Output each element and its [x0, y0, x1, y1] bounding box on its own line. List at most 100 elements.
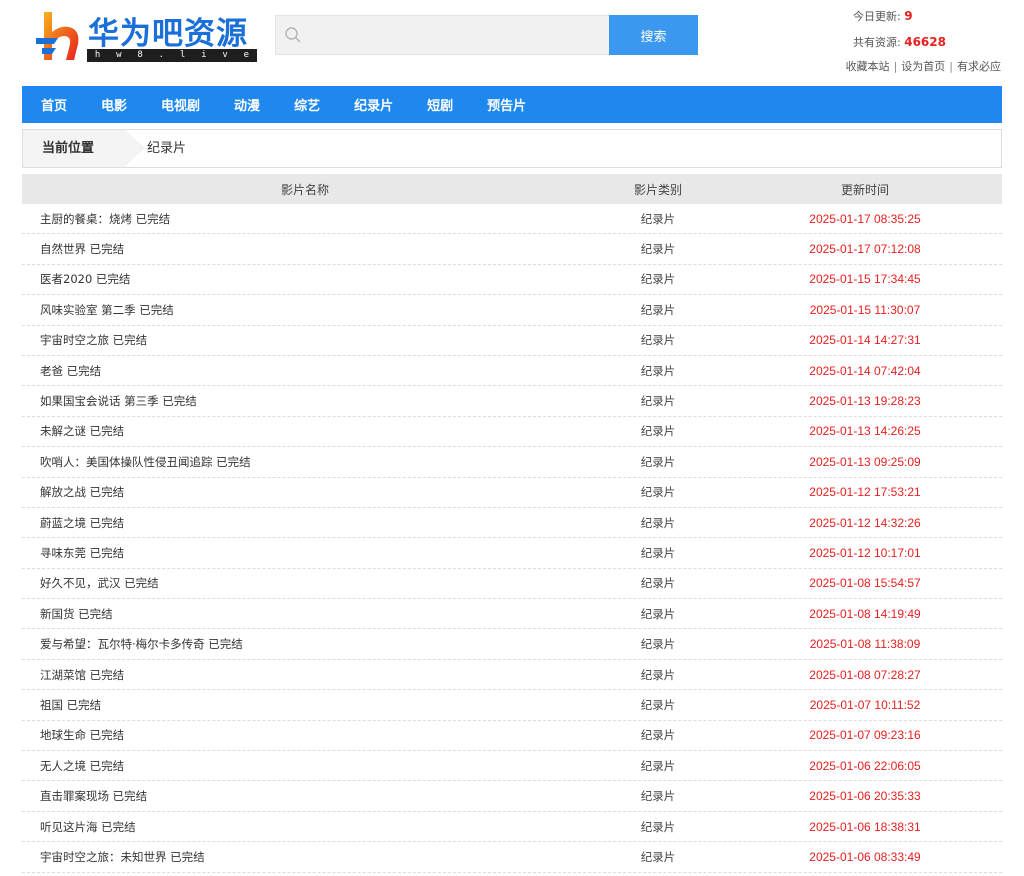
video-title-link[interactable]: 解放之战 已完结: [22, 484, 588, 500]
video-category: 纪录片: [640, 576, 676, 591]
video-category: 纪录片: [640, 394, 676, 409]
column-header-time: 更新时间: [840, 182, 889, 197]
update-time: 2025-01-07 10:11:52: [809, 697, 921, 712]
nav-item-documentary[interactable]: 纪录片: [354, 95, 393, 114]
video-title-link[interactable]: 老爸 已完结: [22, 363, 588, 379]
video-list-table: 影片名称 影片类别 更新时间 主厨的餐桌：烧烤 已完结 纪录片 2025-01-17…: [22, 174, 1002, 873]
table-row: 蔚蓝之境 已完结 纪录片 2025-01-12 14:32:26: [22, 508, 1002, 539]
nav-item-short-drama[interactable]: 短剧: [427, 95, 453, 114]
bookmark-link[interactable]: 收藏本站: [846, 60, 890, 73]
video-title-link[interactable]: 未解之谜 已完结: [22, 423, 588, 439]
update-time: 2025-01-14 14:27:31: [809, 333, 921, 348]
update-time: 2025-01-12 14:32:26: [809, 515, 921, 530]
table-row: 好久不见，武汉 已完结 纪录片 2025-01-08 15:54:57: [22, 569, 1002, 600]
table-row: 医者2020 已完结 纪录片 2025-01-15 17:34:45: [22, 265, 1002, 296]
breadcrumb-current: 纪录片: [147, 141, 187, 156]
video-title-link[interactable]: 蔚蓝之境 已完结: [22, 515, 588, 531]
nav-item-tv-series[interactable]: 电视剧: [161, 95, 200, 114]
table-row: 宇宙时空之旅：未知世界 已完结 纪录片 2025-01-06 08:33:49: [22, 842, 1002, 873]
update-time: 2025-01-08 07:28:27: [809, 667, 921, 682]
table-row: 老爸 已完结 纪录片 2025-01-14 07:42:04: [22, 356, 1002, 387]
video-category: 纪录片: [640, 302, 676, 317]
table-row: 直击罪案现场 已完结 纪录片 2025-01-06 20:35:33: [22, 781, 1002, 812]
video-title-link[interactable]: 好久不见，武汉 已完结: [22, 575, 588, 591]
video-title-link[interactable]: 爱与希望：瓦尔特·梅尔卡多传奇 已完结: [22, 636, 588, 652]
video-category: 纪录片: [640, 545, 676, 560]
nav-item-variety[interactable]: 综艺: [294, 95, 320, 114]
video-title-link[interactable]: 祖国 已完结: [22, 697, 588, 713]
video-title-link[interactable]: 听见这片海 已完结: [22, 819, 588, 835]
table-row: 吹哨人：美国体操队性侵丑闻追踪 已完结 纪录片 2025-01-13 09:25:0…: [22, 447, 1002, 478]
logo-domain: h w 8 . l i v e: [87, 49, 257, 62]
nav-item-home[interactable]: 首页: [41, 95, 67, 114]
video-category: 纪录片: [640, 515, 676, 530]
table-body: 主厨的餐桌：烧烤 已完结纪录片 2025-01-17 08:35:25 自然世界 已…: [22, 204, 1002, 873]
video-category: 纪录片: [640, 667, 676, 682]
video-title-link[interactable]: 地球生命 已完结: [22, 727, 588, 743]
table-row: 祖国 已完结 纪录片 2025-01-07 10:11:52: [22, 690, 1002, 721]
update-time: 2025-01-15 11:30:07: [809, 302, 921, 317]
table-row: 如果国宝会说话 第三季 已完结 纪录片 2025-01-13 19:28:23: [22, 386, 1002, 417]
search-input[interactable]: [310, 16, 606, 54]
update-time: 2025-01-06 22:06:05: [809, 758, 921, 773]
update-time: 2025-01-07 09:23:16: [809, 728, 921, 743]
table-row: 宇宙时空之旅 已完结 纪录片 2025-01-14 14:27:31: [22, 326, 1002, 356]
update-time: 2025-01-14 07:42:04: [809, 363, 921, 378]
video-title-link[interactable]: 无人之境 已完结: [22, 758, 588, 774]
table-row: 爱与希望：瓦尔特·梅尔卡多传奇 已完结 纪录片 2025-01-08 11:38:0…: [22, 629, 1002, 660]
update-time: 2025-01-17 08:35:25: [809, 211, 921, 226]
video-title-link[interactable]: 主厨的餐桌：烧烤 已完结: [22, 211, 588, 227]
table-row: 江湖菜馆 已完结 纪录片 2025-01-08 07:28:27: [22, 660, 1002, 691]
video-category: 纪录片: [640, 333, 676, 348]
video-title-link[interactable]: 新国货 已完结: [22, 606, 588, 622]
search-box: [275, 15, 609, 55]
header-links: 收藏本站 | 设为首页 | 有求必应: [845, 60, 1001, 73]
nav-item-anime[interactable]: 动漫: [234, 95, 260, 114]
site-logo[interactable]: 华为吧资源 h w 8 . l i v e: [34, 8, 260, 66]
today-count: 9: [904, 9, 913, 23]
table-row: 风味实验室 第二季 已完结 纪录片 2025-01-15 11:30:07: [22, 295, 1002, 326]
update-time: 2025-01-06 18:38:31: [809, 819, 921, 834]
video-category: 纪录片: [640, 849, 676, 864]
video-category: 纪录片: [640, 272, 676, 287]
search-button[interactable]: 搜索: [609, 15, 698, 55]
video-title-link[interactable]: 吹哨人：美国体操队性侵丑闻追踪 已完结: [22, 454, 588, 470]
nav-item-trailers[interactable]: 预告片: [487, 95, 526, 114]
table-row: 无人之境 已完结 纪录片 2025-01-06 22:06:05: [22, 751, 1002, 782]
video-category: 纪录片: [640, 637, 676, 652]
set-homepage-link[interactable]: 设为首页: [901, 60, 945, 73]
breadcrumb: 当前位置 纪录片: [22, 129, 1002, 168]
video-category: 纪录片: [640, 697, 676, 712]
total-count: 46628: [904, 35, 946, 49]
video-title-link[interactable]: 直击罪案现场 已完结: [22, 788, 588, 804]
video-title-link[interactable]: 宇宙时空之旅：未知世界 已完结: [22, 849, 588, 865]
video-category: 纪录片: [640, 819, 676, 834]
video-category: 纪录片: [640, 363, 676, 378]
video-category: 纪录片: [640, 485, 676, 500]
video-title-link[interactable]: 自然世界 已完结: [22, 241, 588, 257]
column-header-category: 影片类别: [633, 182, 682, 197]
video-title-link[interactable]: 寻味东莞 已完结: [22, 545, 588, 561]
update-time: 2025-01-08 15:54:57: [809, 576, 921, 591]
table-row: 自然世界 已完结 纪录片 2025-01-17 07:12:08: [22, 234, 1002, 265]
update-time: 2025-01-12 10:17:01: [809, 545, 921, 560]
update-time: 2025-01-13 19:28:23: [809, 394, 921, 409]
breadcrumb-label: 当前位置: [23, 130, 125, 167]
update-time: 2025-01-13 09:25:09: [809, 454, 921, 469]
table-row: 未解之谜 已完结 纪录片 2025-01-13 14:26:25: [22, 417, 1002, 448]
request-link[interactable]: 有求必应: [957, 60, 1001, 73]
nav-item-movies[interactable]: 电影: [101, 95, 127, 114]
video-category: 纪录片: [640, 758, 676, 773]
video-category: 纪录片: [640, 789, 676, 804]
video-title-link[interactable]: 风味实验室 第二季 已完结: [22, 302, 588, 318]
update-time: 2025-01-15 17:34:45: [809, 272, 921, 287]
logo-title: 华为吧资源: [88, 16, 248, 52]
video-title-link[interactable]: 如果国宝会说话 第三季 已完结: [22, 393, 588, 409]
video-title-link[interactable]: 宇宙时空之旅 已完结: [22, 332, 588, 348]
video-title-link[interactable]: 江湖菜馆 已完结: [22, 667, 588, 683]
video-category: 纪录片: [640, 454, 676, 469]
table-row: 新国货 已完结 纪录片 2025-01-08 14:19:49: [22, 599, 1002, 630]
update-time: 2025-01-17 07:12:08: [809, 242, 921, 257]
video-title-link[interactable]: 医者2020 已完结: [22, 271, 588, 287]
update-time: 2025-01-12 17:53:21: [809, 485, 921, 500]
